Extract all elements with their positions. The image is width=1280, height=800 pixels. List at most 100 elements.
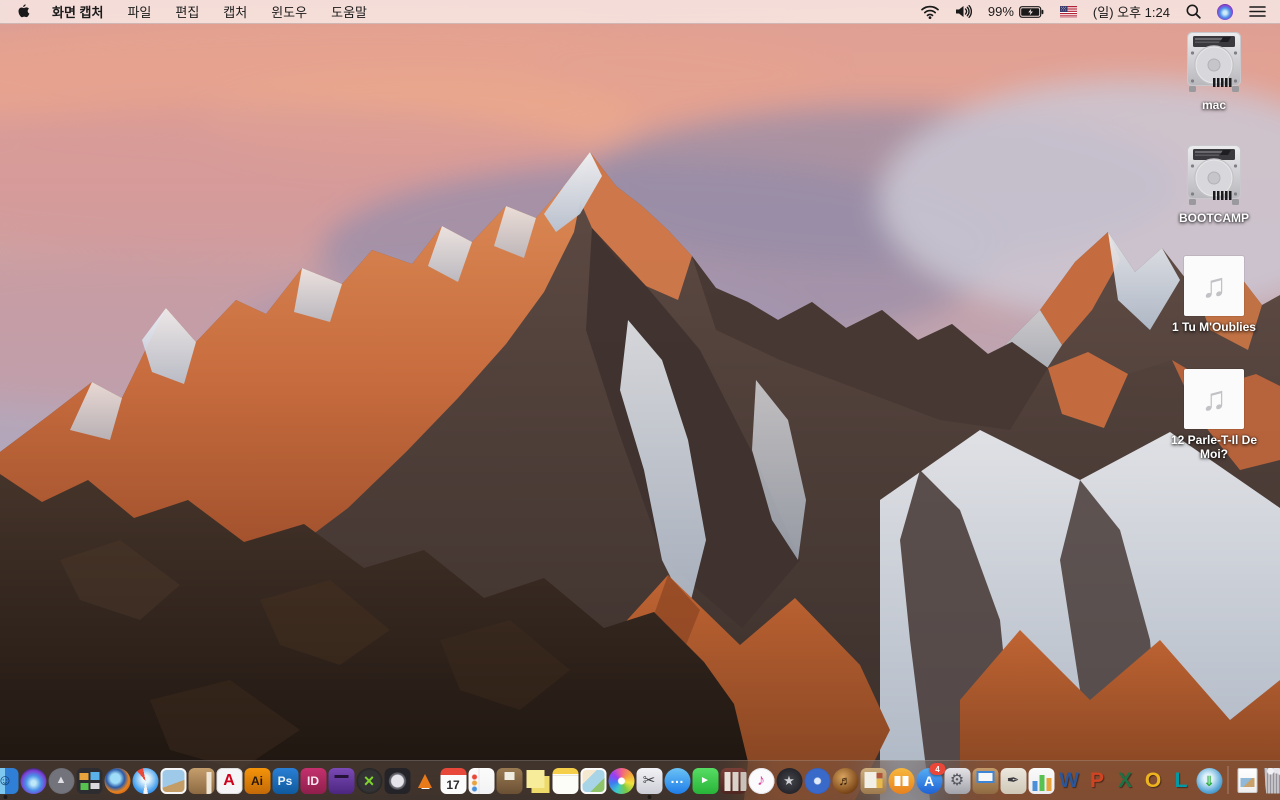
- dock-acrobat-reader[interactable]: A: [216, 767, 243, 794]
- dock-keynote[interactable]: [972, 767, 999, 794]
- acrobat-reader-icon: A: [216, 767, 242, 794]
- dock-scrapbook[interactable]: [860, 767, 887, 794]
- desktop-icon-tu-moublies[interactable]: ♫ 1 Tu M'Oublies: [1154, 256, 1274, 334]
- web-downloader-icon: ⇓: [1196, 767, 1222, 794]
- dock-screen-capture[interactable]: ✂: [636, 767, 663, 799]
- dock-ms-lync[interactable]: L: [1168, 767, 1195, 794]
- dock-ms-powerpoint[interactable]: P: [1084, 767, 1111, 794]
- photoshop-icon: Ps: [272, 767, 298, 794]
- dock-disk-tool[interactable]: [384, 767, 411, 794]
- dock-system-preferences[interactable]: ⚙: [944, 767, 971, 794]
- dock-reminders[interactable]: [468, 767, 495, 794]
- mail-archive-icon: [496, 767, 522, 794]
- dock-mission-control[interactable]: [76, 767, 103, 794]
- running-indicator: [3, 795, 7, 799]
- battery-charging-icon: [1019, 5, 1044, 18]
- dock: ☺ ▲ A Ai Ps ID × ▲ 17 ✂… ► ♪ ★ ♬ A 4 ⚙ ✒ W P X O L ⇓: [0, 760, 1280, 800]
- apple-menu[interactable]: [18, 3, 32, 20]
- dock-photos[interactable]: [608, 767, 635, 794]
- menu-bar-clock[interactable]: (일) 오후 1:24: [1093, 2, 1170, 21]
- audio-file-icon: ♫: [1184, 256, 1244, 316]
- dock-recent-document[interactable]: [1234, 767, 1261, 794]
- dock-separator: [1227, 766, 1229, 794]
- spotlight-icon[interactable]: [1186, 4, 1201, 19]
- image-utility-icon: [580, 767, 606, 794]
- toast-icon: [328, 767, 354, 794]
- desktop-icon-label: 12 Parle-T-Il De Moi?: [1170, 433, 1258, 462]
- desktop[interactable]: 화면 캡처 파일 편집 캡처 윈도우 도움말 99% (일) 오후 1:24 m…: [0, 0, 1280, 800]
- dock-facetime[interactable]: ►: [692, 767, 719, 794]
- dock-web-downloader[interactable]: ⇓: [1196, 767, 1223, 794]
- menu-bar: 화면 캡처 파일 편집 캡처 윈도우 도움말 99% (일) 오후 1:24: [0, 0, 1280, 24]
- video-converter-icon: ×: [356, 767, 382, 794]
- wallpaper-sierra-mountain: [0, 0, 1280, 800]
- dock-calendar[interactable]: 17: [440, 767, 467, 794]
- input-source-us-flag[interactable]: [1059, 5, 1077, 18]
- dock-messages[interactable]: …: [664, 767, 691, 794]
- safari-icon: [132, 767, 158, 794]
- contacts-icon: [188, 767, 214, 794]
- dock-contacts[interactable]: [188, 767, 215, 794]
- keynote-icon: [972, 767, 998, 794]
- desktop-icon-mac[interactable]: mac: [1154, 30, 1274, 112]
- dock-firefox[interactable]: [104, 767, 131, 794]
- dock-toast[interactable]: [328, 767, 355, 794]
- dock-launchpad[interactable]: ▲: [48, 767, 75, 794]
- siri-icon[interactable]: [1217, 3, 1233, 20]
- launchpad-icon: ▲: [48, 767, 74, 794]
- app-menus: 화면 캡처 파일 편집 캡처 윈도우 도움말: [52, 2, 367, 21]
- volume-icon[interactable]: [955, 5, 972, 18]
- scrapbook-icon: [860, 767, 886, 794]
- finder-icon: ☺: [0, 767, 18, 794]
- ms-powerpoint-icon: P: [1089, 769, 1104, 792]
- running-indicator: [647, 795, 651, 799]
- dock-numbers[interactable]: [1028, 767, 1055, 794]
- dock-pages[interactable]: ✒: [1000, 767, 1027, 794]
- dock-mail-archive[interactable]: [496, 767, 523, 794]
- notification-center-icon[interactable]: [1249, 5, 1266, 18]
- dock-ms-excel[interactable]: X: [1112, 767, 1139, 794]
- dock-siri[interactable]: [20, 767, 47, 794]
- dock-indesign[interactable]: ID: [300, 767, 327, 794]
- facetime-icon: ►: [692, 767, 718, 794]
- dock-ms-word[interactable]: W: [1056, 767, 1083, 794]
- dock-garageband[interactable]: ♬: [832, 767, 859, 794]
- menu-file[interactable]: 파일: [127, 2, 151, 21]
- dock-image-utility[interactable]: [580, 767, 607, 794]
- menu-capture[interactable]: 캡처: [223, 2, 247, 21]
- dock-safari[interactable]: [132, 767, 159, 794]
- dock-trash[interactable]: [1262, 767, 1280, 794]
- dock-finder[interactable]: ☺: [0, 767, 19, 799]
- menu-app[interactable]: 화면 캡처: [52, 2, 103, 21]
- dock-photo-booth[interactable]: [720, 767, 747, 794]
- dock-stickies[interactable]: [524, 767, 551, 794]
- dock-notes[interactable]: [552, 767, 579, 794]
- wifi-icon[interactable]: [921, 5, 939, 19]
- dock-video-converter[interactable]: ×: [356, 767, 383, 794]
- dock-illustrator[interactable]: Ai: [244, 767, 271, 794]
- menu-window[interactable]: 윈도우: [271, 2, 307, 21]
- dock-preview[interactable]: [160, 767, 187, 794]
- dock-idvd[interactable]: [804, 767, 831, 794]
- notes-icon: [552, 767, 578, 794]
- desktop-icon-label: mac: [1201, 98, 1227, 112]
- dock-imovie[interactable]: ★: [776, 767, 803, 794]
- battery-percent: 99%: [987, 4, 1014, 19]
- idvd-icon: [804, 767, 830, 794]
- dock-vlc[interactable]: ▲: [412, 767, 439, 794]
- imovie-icon: ★: [776, 767, 802, 794]
- dock-ibooks[interactable]: [888, 767, 915, 794]
- dock-ms-outlook[interactable]: O: [1140, 767, 1167, 794]
- ms-word-icon: W: [1059, 769, 1079, 792]
- dock-app-store[interactable]: A4: [916, 763, 946, 794]
- dock-photoshop[interactable]: Ps: [272, 767, 299, 794]
- dock-itunes[interactable]: ♪: [748, 767, 775, 794]
- hard-drive-icon: [1183, 30, 1245, 94]
- menu-edit[interactable]: 편집: [175, 2, 199, 21]
- menu-help[interactable]: 도움말: [331, 2, 367, 21]
- desktop-icon-bootcamp[interactable]: BOOTCAMP: [1154, 143, 1274, 225]
- dock-items: ☺ ▲ A Ai Ps ID × ▲ 17 ✂… ► ♪ ★ ♬ A 4 ⚙ ✒ W P X O L ⇓: [0, 763, 1280, 799]
- battery-status[interactable]: 99%: [988, 4, 1044, 19]
- pages-icon: ✒: [1000, 767, 1026, 794]
- desktop-icon-parle-t-il-de-moi[interactable]: ♫ 12 Parle-T-Il De Moi?: [1154, 369, 1274, 462]
